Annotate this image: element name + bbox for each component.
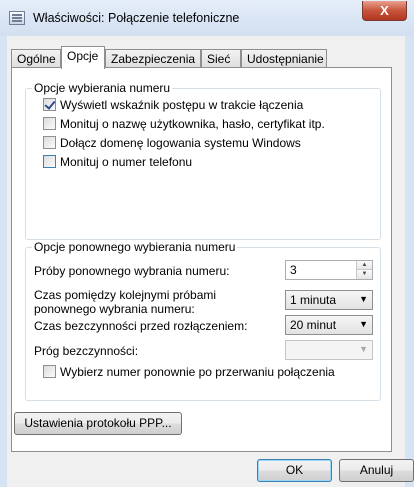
- spin-down-icon[interactable]: ▼: [357, 270, 372, 279]
- spin-up-icon[interactable]: ▲: [357, 261, 372, 270]
- redial-options-group: Opcje ponownego wybierania numeru Próby …: [25, 240, 381, 401]
- redial-interval-select[interactable]: 1 minuta ▼: [285, 290, 373, 310]
- redial-attempts-value[interactable]: 3: [290, 263, 297, 277]
- tab-options[interactable]: Opcje: [61, 46, 105, 69]
- title-bar: Właściwości: Połączenie telefoniczne X: [0, 0, 414, 36]
- tab-network[interactable]: Sieć: [201, 49, 241, 68]
- show-progress-label: Wyświetl wskaźnik postępu w trakcie łącz…: [60, 98, 304, 112]
- redial-options-legend: Opcje ponownego wybierania numeru: [32, 240, 238, 254]
- redial-interval-label: Czas pomiędzy kolejnymi próbami ponowneg…: [34, 288, 217, 316]
- chevron-down-icon: ▼: [359, 344, 368, 354]
- tab-security[interactable]: Zabezpieczenia: [105, 49, 201, 68]
- include-domain-checkbox[interactable]: [43, 136, 56, 149]
- chevron-down-icon: ▼: [359, 294, 368, 304]
- tab-sharing[interactable]: Udostępnianie: [241, 49, 327, 68]
- dialing-options-legend: Opcje wybierania numeru: [32, 81, 173, 95]
- redial-on-drop-label: Wybierz numer ponownie po przerwaniu poł…: [60, 365, 335, 379]
- window-frame-left: [0, 36, 7, 487]
- options-tab-panel: Opcje wybierania numeru Wyświetl wskaźni…: [11, 67, 392, 452]
- idle-time-select[interactable]: 20 minut ▼: [285, 315, 373, 335]
- redial-on-drop-checkbox[interactable]: [43, 365, 56, 378]
- show-progress-checkbox[interactable]: [43, 98, 56, 111]
- redial-interval-value: 1 minuta: [290, 293, 337, 307]
- prompt-credentials-checkbox[interactable]: [43, 117, 56, 130]
- prompt-phone-checkbox[interactable]: [43, 155, 56, 168]
- ok-button[interactable]: OK: [257, 459, 332, 482]
- chevron-down-icon: ▼: [359, 319, 368, 329]
- idle-threshold-label: Próg bezczynności:: [34, 344, 139, 358]
- idle-time-value: 20 minut: [290, 318, 337, 332]
- redial-attempts-spinner[interactable]: 3 ▲ ▼: [285, 260, 373, 280]
- dialog-client-area: Ogólne Opcje Zabezpieczenia Sieć Udostęp…: [7, 36, 414, 487]
- window-frame-right: [405, 36, 414, 487]
- idle-time-label: Czas bezczynności przed rozłączeniem:: [34, 319, 248, 333]
- include-domain-label: Dołącz domenę logowania systemu Windows: [60, 136, 301, 150]
- window-title: Właściwości: Połączenie telefoniczne: [33, 11, 240, 25]
- connection-properties-icon: [9, 11, 25, 25]
- prompt-credentials-label: Monituj o nazwę użytkownika, hasło, cert…: [60, 117, 325, 131]
- tab-strip: Ogólne Opcje Zabezpieczenia Sieć Udostęp…: [11, 46, 391, 69]
- ppp-settings-button[interactable]: Ustawienia protokołu PPP...: [14, 412, 182, 435]
- dialing-options-group: Opcje wybierania numeru Wyświetl wskaźni…: [25, 81, 381, 240]
- prompt-phone-label: Monituj o numer telefonu: [60, 155, 193, 169]
- tab-general[interactable]: Ogólne: [11, 49, 61, 68]
- spinner-buttons: ▲ ▼: [356, 261, 372, 279]
- cancel-button[interactable]: Anuluj: [339, 459, 414, 482]
- idle-threshold-select[interactable]: ▼: [285, 340, 373, 360]
- redial-attempts-label: Próby ponownego wybrania numeru:: [34, 264, 230, 278]
- close-button[interactable]: X: [362, 1, 407, 21]
